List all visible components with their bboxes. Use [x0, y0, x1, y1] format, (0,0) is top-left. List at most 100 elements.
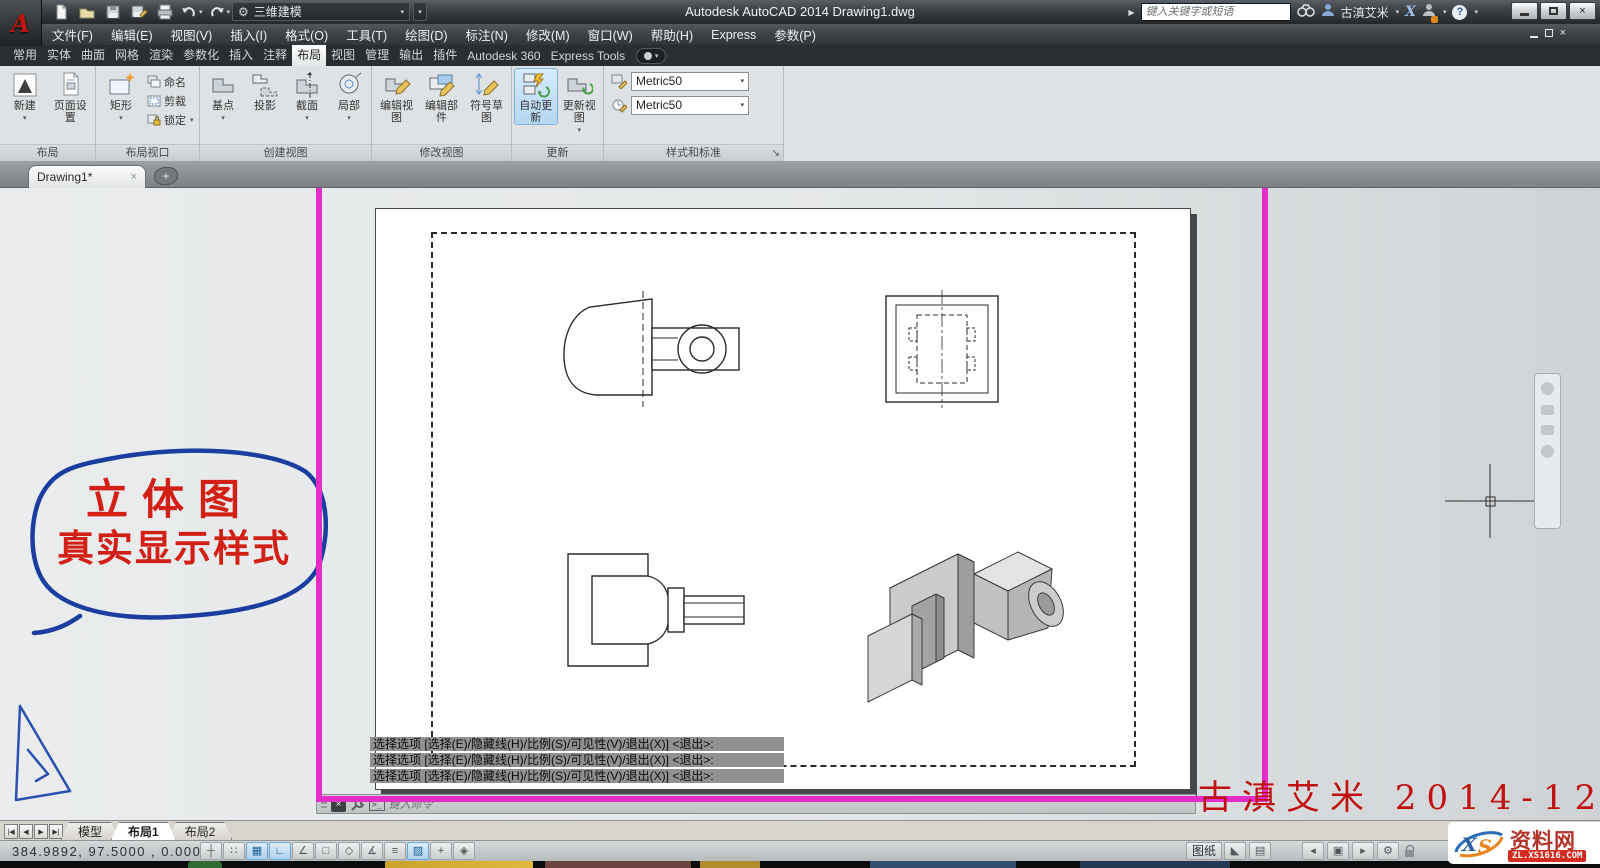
pan-tool-icon[interactable] [1541, 405, 1554, 415]
ribbon-tab-insert[interactable]: 插入 [224, 43, 258, 66]
new-layout-button[interactable]: 新建 ▾ [3, 69, 47, 125]
exchange-apps-icon[interactable]: X [1405, 4, 1416, 20]
view-style-icon[interactable] [611, 73, 627, 89]
ribbon-tab-surface[interactable]: 曲面 [76, 43, 110, 66]
base-view-dropdown-icon[interactable]: ▾ [221, 113, 225, 125]
toolbar-lock-icon[interactable] [1405, 849, 1415, 858]
drawing-file-tab[interactable]: Drawing1* × [28, 165, 146, 188]
paper-model-toggle[interactable]: 图纸 [1186, 842, 1222, 860]
section-view-button[interactable]: 截面 ▾ [287, 69, 327, 125]
restore-button[interactable] [1540, 2, 1567, 20]
ribbon-tab-solid[interactable]: 实体 [42, 43, 76, 66]
new-layout-dropdown-icon[interactable]: ▾ [23, 113, 27, 125]
named-viewport-button[interactable]: 命名 [145, 72, 196, 91]
lineweight-toggle[interactable]: + [430, 842, 452, 860]
dynamic-ucs-toggle[interactable]: ≡ [384, 842, 406, 860]
menu-edit[interactable]: 编辑(E) [111, 25, 153, 44]
qat-customize-button[interactable]: ▾ [413, 2, 427, 21]
menu-modify[interactable]: 修改(M) [526, 25, 570, 44]
taskbar-item[interactable] [870, 861, 1016, 868]
base-view-button[interactable]: 基点 ▾ [203, 69, 243, 125]
projected-view-button[interactable]: 投影 [245, 69, 285, 112]
close-button[interactable]: × [1569, 2, 1596, 20]
minimize-button[interactable] [1511, 2, 1538, 20]
taskbar-item[interactable] [188, 861, 222, 868]
help-dropdown-icon[interactable]: ▾ [1474, 8, 1478, 16]
doc-close-icon[interactable]: × [1560, 27, 1566, 39]
menu-insert[interactable]: 插入(I) [230, 25, 267, 44]
ribbon-tab-annotate[interactable]: 注释 [258, 43, 292, 66]
application-menu-button[interactable]: A [0, 0, 42, 46]
auto-update-button[interactable]: 自动更新 [515, 69, 557, 124]
menu-draw[interactable]: 绘图(D) [405, 25, 447, 44]
search-binoculars-icon[interactable] [1297, 3, 1315, 22]
menu-window[interactable]: 窗口(W) [588, 25, 633, 44]
object-snap-tracking-toggle[interactable]: ∡ [361, 842, 383, 860]
new-drawing-tab-button[interactable]: + [154, 167, 178, 185]
lock-viewport-button[interactable]: 锁定 ▾ [145, 110, 196, 129]
page-setup-button[interactable]: 页面设置 [49, 69, 93, 124]
ortho-mode-toggle[interactable]: ∟ [269, 842, 291, 860]
layout1-tab[interactable]: 布局1 [111, 822, 176, 840]
maximize-viewport-icon[interactable]: ▣ [1327, 842, 1349, 860]
ribbon-tab-view[interactable]: 视图 [326, 43, 360, 66]
rect-viewport-dropdown-icon[interactable]: ▾ [119, 113, 123, 125]
detail-view-dropdown-icon[interactable]: ▾ [347, 113, 351, 125]
steering-wheel-icon[interactable] [1541, 382, 1554, 395]
update-view-button[interactable]: 更新视图 ▾ [559, 69, 601, 137]
navigation-bar[interactable] [1534, 373, 1561, 529]
edit-component-button[interactable]: 编辑部件 [420, 69, 463, 124]
menu-tools[interactable]: 工具(T) [346, 25, 387, 44]
prev-tab-icon[interactable]: ◀ [19, 824, 33, 839]
menu-parametric[interactable]: 参数(P) [774, 25, 816, 44]
infocenter-collapse-icon[interactable]: ▶ [1128, 8, 1134, 17]
detail-view-button[interactable]: 局部 ▾ [329, 69, 369, 125]
menu-file[interactable]: 文件(F) [52, 25, 93, 44]
ribbon-tab-mesh[interactable]: 网格 [110, 43, 144, 66]
next-tab-icon[interactable]: ▶ [34, 824, 48, 839]
new-file-icon[interactable] [50, 2, 71, 22]
signed-in-user[interactable]: 古滇艾米 [1341, 4, 1389, 21]
dialog-launcher-icon[interactable]: ↘ [772, 146, 780, 162]
menu-help[interactable]: 帮助(H) [651, 25, 693, 44]
doc-restore-icon[interactable] [1545, 29, 1553, 37]
notification-dropdown-icon[interactable]: ▾ [1443, 8, 1447, 16]
zoom-tool-icon[interactable] [1541, 425, 1554, 435]
ribbon-tab-manage[interactable]: 管理 [360, 43, 394, 66]
menu-dimension[interactable]: 标注(N) [466, 25, 508, 44]
next-viewport-icon[interactable]: ▸ [1352, 842, 1374, 860]
search-input[interactable] [1141, 3, 1291, 21]
model-tab[interactable]: 模型 [61, 822, 119, 840]
ribbon-tab-render[interactable]: 渲染 [144, 43, 178, 66]
taskbar-item[interactable] [385, 861, 533, 868]
quick-view-layouts-icon[interactable]: ◣ [1224, 842, 1246, 860]
undo-button[interactable]: ▾ [180, 3, 203, 21]
ribbon-tab-home[interactable]: 常用 [8, 43, 42, 66]
orbit-tool-icon[interactable] [1541, 445, 1554, 458]
prev-viewport-icon[interactable]: ◂ [1302, 842, 1324, 860]
3d-object-snap-toggle[interactable]: ◇ [338, 842, 360, 860]
help-icon[interactable]: ? [1452, 5, 1467, 20]
drafting-standard-select[interactable]: Metric50 ▾ [631, 96, 749, 115]
menu-express[interactable]: Express [711, 28, 756, 42]
ribbon-tab-parametric[interactable]: 参数化 [178, 43, 224, 66]
update-view-dropdown-icon[interactable]: ▾ [577, 125, 581, 137]
workspace-switcher[interactable]: ⚙ 三维建模 ▾ [232, 2, 410, 21]
ribbon-tab-autodesk360[interactable]: Autodesk 360 [462, 46, 545, 66]
open-folder-icon[interactable] [76, 2, 97, 22]
view-style-select[interactable]: Metric50 ▾ [631, 72, 749, 91]
rect-viewport-button[interactable]: 矩形 ▾ [99, 69, 143, 125]
menu-view[interactable]: 视图(V) [171, 25, 213, 44]
taskbar-item[interactable] [1080, 861, 1230, 868]
user-dropdown-icon[interactable]: ▾ [1396, 8, 1400, 16]
undo-dropdown-icon[interactable]: ▾ [199, 8, 203, 16]
print-icon[interactable] [154, 2, 175, 22]
file-tab-close-icon[interactable]: × [131, 171, 137, 183]
snap-mode-toggle[interactable]: ∷ [223, 842, 245, 860]
polar-tracking-toggle[interactable]: ∠ [292, 842, 314, 860]
ribbon-display-toggle[interactable]: ▾ [636, 48, 666, 64]
layout2-tab[interactable]: 布局2 [168, 822, 233, 840]
infer-constraints-toggle[interactable]: ┼ [200, 842, 222, 860]
redo-dropdown-icon[interactable]: ▾ [227, 8, 231, 16]
ribbon-tab-plugins[interactable]: 插件 [428, 43, 462, 66]
